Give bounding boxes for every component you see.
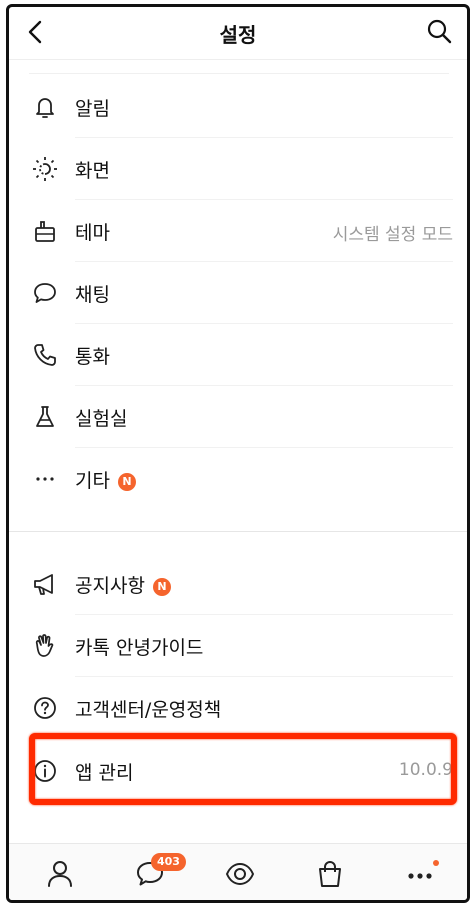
page-title: 설정 bbox=[219, 23, 257, 47]
settings-item-call[interactable]: 통화 bbox=[9, 324, 467, 386]
header-divider bbox=[9, 59, 467, 60]
settings-item-guide[interactable]: 카톡 안녕가이드 bbox=[9, 615, 467, 677]
search-icon[interactable] bbox=[425, 17, 453, 45]
settings-item-lab[interactable]: 실험실 bbox=[9, 386, 467, 448]
settings-item-label: 화면 bbox=[75, 160, 110, 182]
brightness-icon bbox=[33, 157, 57, 181]
settings-item-label: 공지사항 N bbox=[75, 571, 171, 598]
settings-item-label: 고객센터/운영정책 bbox=[75, 699, 222, 721]
new-badge: N bbox=[117, 473, 136, 491]
view-tab-icon[interactable] bbox=[220, 854, 260, 894]
phone-icon bbox=[34, 344, 56, 366]
waving-hand-icon bbox=[35, 634, 54, 657]
settings-item-label: 실험실 bbox=[75, 408, 128, 430]
settings-item-chat[interactable]: 채팅 bbox=[9, 262, 467, 324]
settings-item-notifications[interactable]: 알림 bbox=[9, 76, 467, 138]
more-dot-badge bbox=[433, 860, 439, 866]
chat-count-badge: 403 bbox=[151, 853, 186, 871]
bottom-tab-bar bbox=[9, 843, 467, 900]
settings-item-display[interactable]: 화면 bbox=[9, 138, 467, 200]
highlight-box bbox=[29, 733, 457, 805]
shopping-tab-icon[interactable] bbox=[310, 854, 350, 894]
chat-bubble-icon bbox=[34, 283, 56, 303]
settings-item-label: 기타 N bbox=[75, 466, 136, 493]
new-badge: N bbox=[152, 578, 171, 596]
bell-icon bbox=[36, 98, 54, 118]
settings-item-etc[interactable]: 기타 N bbox=[9, 448, 467, 510]
settings-item-theme[interactable]: 테마 시스템 설정 모드 bbox=[9, 200, 467, 262]
flask-icon bbox=[36, 406, 54, 427]
theme-value: 시스템 설정 모드 bbox=[332, 225, 453, 245]
friends-tab-icon[interactable] bbox=[40, 854, 80, 894]
phone-frame: 설정 알림 화면 테마 시스템 설정 모드 채팅 통화 실험실 기타 N 공지사… bbox=[6, 4, 470, 903]
settings-item-label: 테마 bbox=[75, 222, 110, 244]
theme-icon bbox=[35, 221, 55, 242]
settings-item-text: 기타 bbox=[75, 470, 110, 492]
settings-item-label: 채팅 bbox=[75, 284, 110, 306]
settings-item-label: 통화 bbox=[75, 346, 110, 368]
settings-item-notice[interactable]: 공지사항 N bbox=[9, 553, 467, 615]
settings-item-label: 알림 bbox=[75, 98, 110, 120]
megaphone-icon bbox=[34, 574, 53, 595]
header: 설정 bbox=[9, 7, 467, 57]
settings-item-text: 공지사항 bbox=[75, 575, 145, 597]
top-divider bbox=[29, 73, 449, 74]
question-circle-icon bbox=[34, 697, 56, 719]
settings-item-support[interactable]: 고객센터/운영정책 bbox=[9, 677, 467, 739]
section-divider bbox=[9, 531, 467, 532]
settings-item-label: 카톡 안녕가이드 bbox=[75, 637, 204, 659]
more-dots-icon bbox=[36, 477, 54, 481]
